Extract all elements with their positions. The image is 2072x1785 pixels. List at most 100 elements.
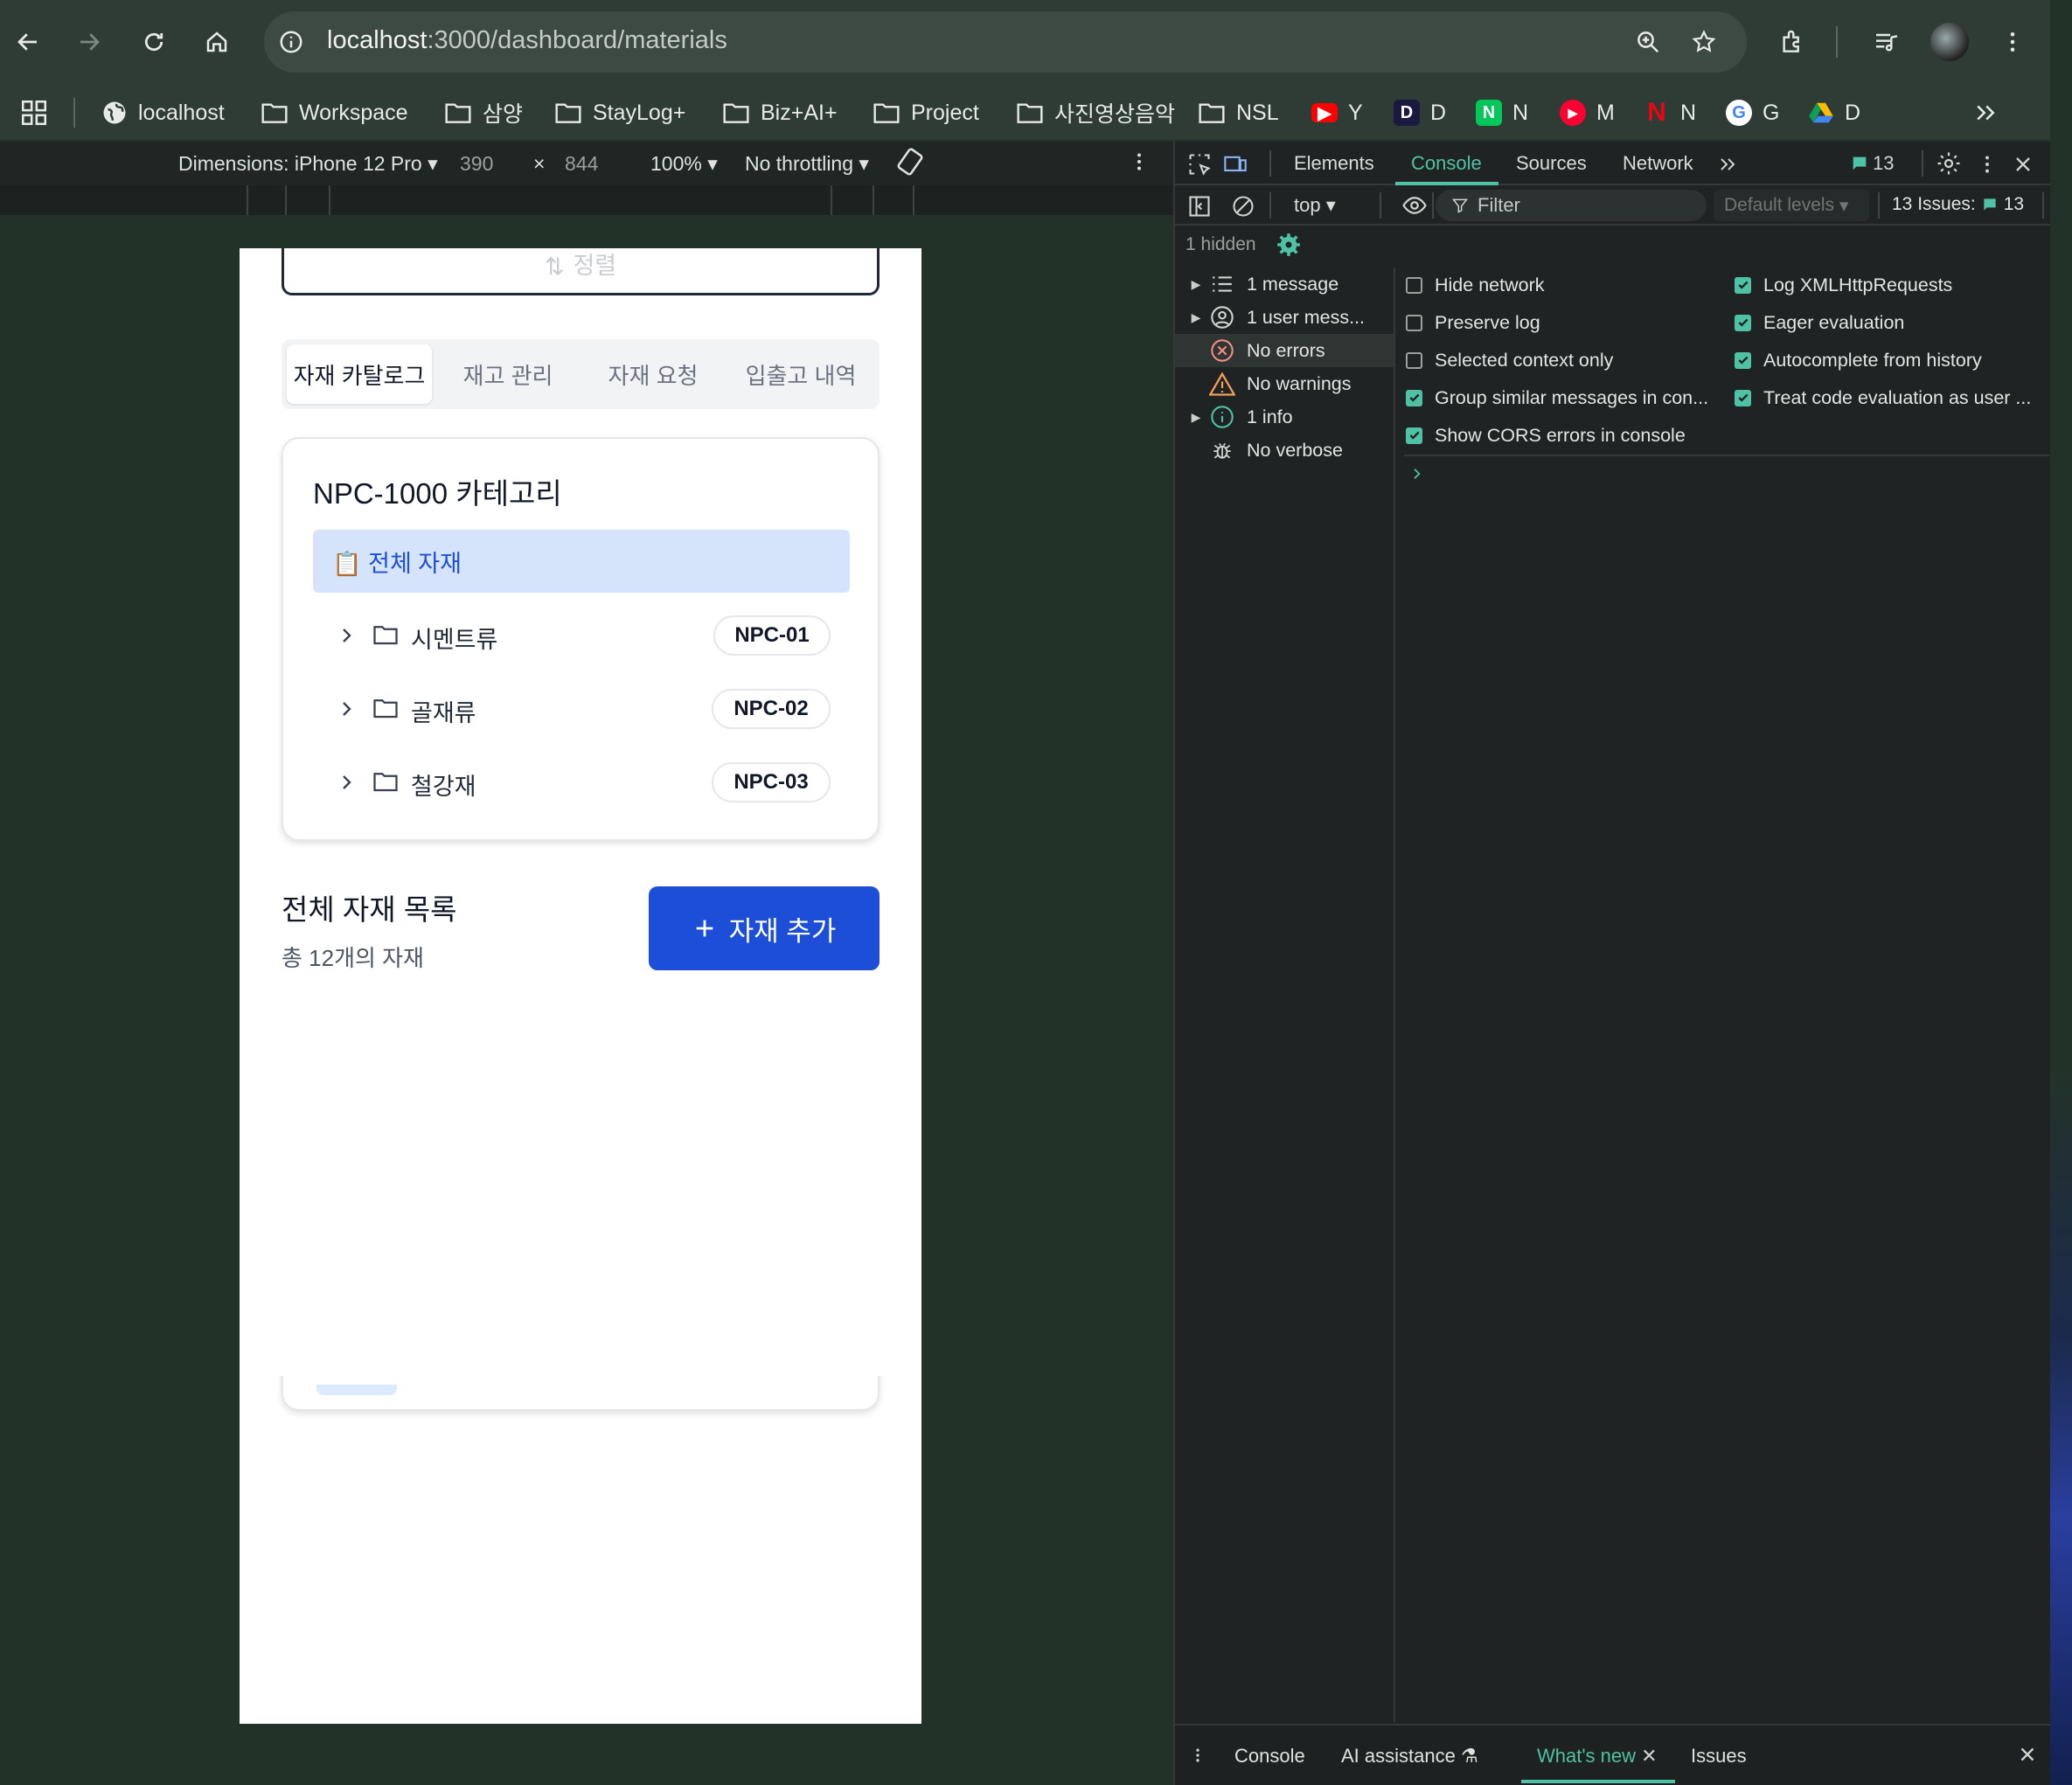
device-dimensions-select[interactable]: Dimensions: iPhone 12 Pro ▾ (178, 152, 438, 176)
checkbox-on[interactable] (1735, 314, 1751, 331)
checkbox-on[interactable] (1735, 389, 1751, 406)
tab-console[interactable]: Console (1411, 152, 1482, 175)
category-item[interactable]: 시멘트류 NPC-01 (313, 603, 850, 668)
close-drawer-icon[interactable] (2016, 1743, 2039, 1766)
treat-code-evaluation-checkbox[interactable]: Treat code evaluation as user ... (1735, 380, 2031, 415)
forward-button[interactable] (68, 21, 110, 63)
log-xhr-checkbox[interactable]: Log XMLHttpRequests (1735, 267, 1952, 302)
clear-console-icon[interactable] (1231, 194, 1255, 219)
tab-material-request[interactable]: 자재 요청 (581, 344, 726, 404)
bookmark-netflix[interactable]: N N (1644, 93, 1696, 133)
sidebar-verbose[interactable]: No verbose (1175, 434, 1394, 467)
profile-avatar[interactable] (1930, 23, 1969, 61)
home-button[interactable] (196, 21, 238, 63)
device-toolbar-menu-icon[interactable] (1128, 149, 1151, 175)
devtools-menu-icon[interactable] (1976, 152, 1999, 177)
tab-inventory[interactable]: 재고 관리 (435, 344, 581, 404)
bookmark-nsl[interactable]: NSL (1198, 93, 1279, 133)
bookmarks-overflow-icon[interactable] (1972, 100, 1999, 126)
tab-sources[interactable]: Sources (1516, 152, 1587, 175)
tab-inout-history[interactable]: 입출고 내역 (726, 344, 876, 404)
close-devtools-icon[interactable] (2011, 152, 2035, 177)
category-item[interactable]: 철강재 NPC-03 (313, 750, 850, 815)
expand-arrow-icon[interactable]: ▶ (1185, 410, 1206, 425)
tab-elements[interactable]: Elements (1294, 152, 1374, 175)
checkbox-off[interactable] (1406, 351, 1422, 369)
zoom-icon[interactable] (1635, 29, 1661, 55)
issues-badge[interactable]: 13 (1850, 152, 1894, 175)
group-similar-checkbox[interactable]: Group similar messages in con... (1406, 380, 1708, 415)
inspect-element-icon[interactable] (1187, 152, 1212, 177)
eager-evaluation-checkbox[interactable]: Eager evaluation (1735, 305, 1904, 340)
reload-button[interactable] (133, 21, 175, 63)
preserve-log-checkbox[interactable]: Preserve log (1406, 305, 1540, 340)
checkbox-on[interactable] (1735, 276, 1751, 294)
chevron-right-icon[interactable] (336, 698, 357, 720)
sidebar-warnings[interactable]: No warnings (1175, 367, 1394, 400)
bookmark-drive[interactable]: D (1808, 93, 1860, 133)
expand-arrow-icon[interactable]: ▶ (1185, 310, 1206, 325)
drawer-menu-icon[interactable] (1189, 1743, 1206, 1768)
media-button[interactable] (1866, 21, 1908, 63)
rotate-device-icon[interactable] (895, 147, 925, 177)
bookmark-youtube[interactable]: ▶ Y (1311, 93, 1363, 133)
drawer-tab-ai-assistance[interactable]: AI assistance ⚗ (1341, 1745, 1478, 1768)
tab-material-catalog[interactable]: 자재 카탈로그 (287, 344, 432, 404)
bookmark-bizai[interactable]: Biz+AI+ (722, 93, 838, 133)
console-settings-gear-icon[interactable] (1276, 233, 1301, 257)
bookmark-workspace[interactable]: Workspace (261, 93, 408, 133)
drawer-tab-whats-new[interactable]: What's new ✕ (1537, 1745, 1658, 1768)
zoom-select[interactable]: 100% ▾ (650, 152, 718, 176)
site-info-icon[interactable] (278, 29, 304, 55)
console-prompt-icon[interactable] (1409, 465, 1425, 483)
chevron-right-icon[interactable] (336, 771, 357, 794)
device-toggle-icon[interactable] (1222, 152, 1248, 177)
live-expression-eye-icon[interactable] (1401, 192, 1429, 219)
bookmark-project[interactable]: Project (873, 93, 979, 133)
address-bar[interactable]: localhost:3000/dashboard/materials (264, 11, 1747, 73)
selected-context-checkbox[interactable]: Selected context only (1406, 343, 1613, 378)
hide-network-checkbox[interactable]: Hide network (1406, 267, 1544, 302)
context-select[interactable]: top ▾ (1294, 194, 1336, 217)
bookmark-localhost[interactable]: localhost (101, 93, 225, 133)
autocomplete-history-checkbox[interactable]: Autocomplete from history (1735, 343, 1982, 378)
extensions-button[interactable] (1771, 21, 1813, 63)
bookmark-music[interactable]: ▶ M (1560, 93, 1615, 133)
sort-button[interactable]: ⇅ 정렬 (282, 248, 880, 295)
more-tabs-icon[interactable] (1717, 154, 1738, 175)
expand-arrow-icon[interactable]: ▶ (1185, 277, 1206, 292)
bookmark-star-icon[interactable] (1691, 29, 1717, 55)
apps-grid-icon[interactable] (19, 98, 49, 128)
log-levels-select[interactable]: Default levels ▾ (1714, 190, 1869, 221)
category-item[interactable]: 골재류 NPC-02 (313, 677, 850, 741)
close-tab-icon[interactable]: ✕ (1641, 1745, 1657, 1767)
settings-gear-icon[interactable] (1936, 150, 1962, 177)
bookmark-staylog[interactable]: StayLog+ (554, 93, 685, 133)
bookmark-d-app[interactable]: D D (1394, 93, 1446, 133)
device-width-input[interactable]: 390 (460, 152, 493, 176)
checkbox-off[interactable] (1406, 276, 1422, 294)
bookmark-google[interactable]: G G (1726, 93, 1779, 133)
sidebar-errors[interactable]: No errors (1175, 334, 1394, 367)
checkbox-on[interactable] (1406, 389, 1422, 406)
sidebar-messages[interactable]: ▶ 1 message (1175, 267, 1394, 301)
issues-counter[interactable]: 13 Issues: 13 (1892, 194, 2024, 215)
browser-menu-button[interactable] (1992, 21, 2034, 63)
all-materials-item[interactable]: 📋 전체 자재 (313, 530, 850, 593)
device-height-input[interactable]: 844 (565, 152, 598, 176)
sidebar-toggle-icon[interactable] (1187, 194, 1212, 219)
bookmark-photo-video-music[interactable]: 사진영상음악 (1016, 93, 1175, 133)
bookmark-samyang[interactable]: 삼양 (444, 93, 523, 133)
sidebar-user-messages[interactable]: ▶ 1 user mess... (1175, 301, 1394, 334)
cors-errors-checkbox[interactable]: Show CORS errors in console (1406, 418, 1686, 453)
add-material-button[interactable]: 자재 추가 (649, 886, 880, 970)
tab-network[interactable]: Network (1623, 152, 1693, 175)
chevron-right-icon[interactable] (336, 624, 357, 647)
drawer-tab-console[interactable]: Console (1234, 1745, 1305, 1768)
bookmark-naver[interactable]: N N (1476, 93, 1528, 133)
drawer-tab-issues[interactable]: Issues (1691, 1745, 1747, 1768)
checkbox-on[interactable] (1406, 427, 1422, 444)
back-button[interactable] (7, 21, 49, 63)
throttling-select[interactable]: No throttling ▾ (745, 152, 869, 176)
checkbox-off[interactable] (1406, 314, 1422, 331)
